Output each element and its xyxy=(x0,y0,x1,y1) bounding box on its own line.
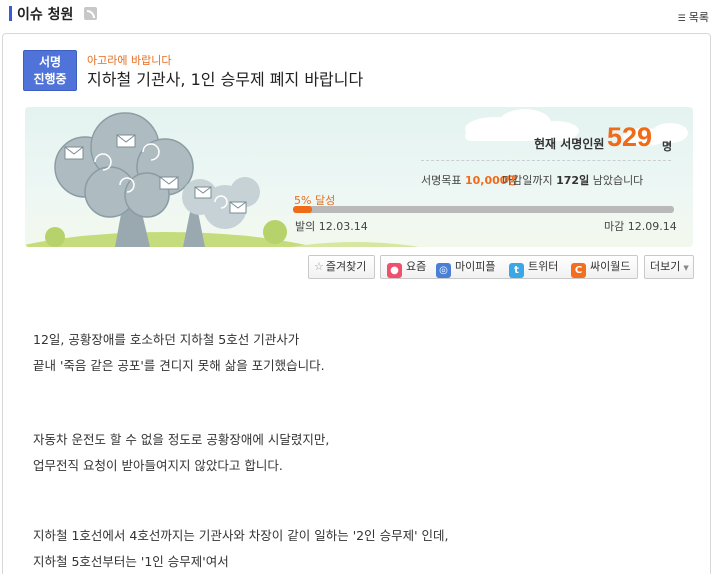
share-label: 요즘 xyxy=(406,260,427,273)
signature-count-unit: 명 xyxy=(662,140,673,153)
header-accent-bar xyxy=(9,6,12,21)
body-paragraph: 자동차 운전도 할 수 없을 정도로 공황장애에 시달렸지만, 업무전직 요청이… xyxy=(33,427,329,479)
share-label: 트위터 xyxy=(528,260,559,273)
share-yozm[interactable]: ● 요즘 xyxy=(387,256,426,278)
chevron-down-icon: ▼ xyxy=(683,264,689,272)
body-line: 업무전직 요청이 받아들여지지 않았다고 합니다. xyxy=(33,458,283,473)
deadline-days: 172일 xyxy=(556,174,590,187)
share-label: 마이피플 xyxy=(455,260,496,273)
share-label: 싸이월드 xyxy=(590,260,631,273)
section-header: 이슈 청원 ☰ 목록 xyxy=(0,0,713,30)
progress-bar xyxy=(293,206,674,213)
list-button[interactable]: ☰ 목록 xyxy=(678,9,709,25)
deadline-suffix: 남았습니다 xyxy=(592,174,644,187)
star-icon: ☆ xyxy=(314,260,324,273)
progress-fill xyxy=(293,206,313,213)
share-mypeople[interactable]: ◎ 마이피플 xyxy=(436,256,495,278)
cyworld-icon: C xyxy=(571,263,586,278)
body-line: 끝내 '죽음 같은 공포'를 견디지 못해 삶을 포기했습니다. xyxy=(33,358,325,373)
start-date: 발의 12.03.14 xyxy=(295,218,368,234)
goal-label: 서명목표 xyxy=(421,174,462,187)
more-label: 더보기 xyxy=(650,260,681,273)
end-date-value: 12.09.14 xyxy=(627,220,677,233)
body-line: 지하철 5호선부터는 '1인 승무제'여서 xyxy=(33,554,229,569)
start-date-value: 12.03.14 xyxy=(318,220,368,233)
favorite-label: 즐겨찾기 xyxy=(325,260,367,273)
body-line: 지하철 1호선에서 4호선까지는 기관사와 차장이 같이 일하는 '2인 승무제… xyxy=(33,528,449,543)
share-twitter[interactable]: t 트위터 xyxy=(509,256,558,278)
petition-title: 지하철 기관사, 1인 승무제 폐지 바랍니다 xyxy=(87,70,364,89)
start-label: 발의 xyxy=(295,220,316,233)
body-line: 자동차 운전도 할 수 없을 정도로 공황장애에 시달렸지만, xyxy=(33,432,330,447)
body-line: 12일, 공황장애를 호소하던 지하철 5호선 기관사가 xyxy=(33,332,300,347)
petition-panel: 서명 진행중 아고라에 바랍니다 지하철 기관사, 1인 승무제 폐지 바랍니다 xyxy=(2,33,711,574)
list-label: 목록 xyxy=(688,11,709,24)
badge-line1: 서명 xyxy=(38,55,62,69)
yozm-icon: ● xyxy=(387,263,402,278)
more-button[interactable]: 더보기 ▼ xyxy=(644,255,694,279)
deadline-remaining: 마감일까지 172일 남았습니다 xyxy=(502,172,643,188)
twitter-icon: t xyxy=(509,263,524,278)
body-paragraph: 지하철 1호선에서 4호선까지는 기관사와 차장이 같이 일하는 '2인 승무제… xyxy=(33,523,448,574)
share-bar: ● 요즘 ◎ 마이피플 t 트위터 C 싸이월드 xyxy=(380,255,638,279)
status-badge: 서명 진행중 xyxy=(23,50,77,91)
divider xyxy=(421,160,671,161)
favorite-button[interactable]: ☆ 즐겨찾기 xyxy=(308,255,375,279)
signature-count-label: 현재 서명인원 xyxy=(534,137,605,151)
rss-icon[interactable] xyxy=(84,7,97,20)
list-icon: ☰ xyxy=(677,14,686,24)
share-cyworld[interactable]: C 싸이월드 xyxy=(571,256,630,278)
body-paragraph: 12일, 공황장애를 호소하던 지하철 5호선 기관사가 끝내 '죽음 같은 공… xyxy=(33,327,325,379)
section-title: 이슈 청원 xyxy=(17,7,74,23)
end-label: 마감 xyxy=(604,220,625,233)
badge-line2: 진행중 xyxy=(33,72,67,86)
mypeople-icon: ◎ xyxy=(436,263,451,278)
signature-count: 529 xyxy=(607,122,653,152)
end-date: 마감 12.09.14 xyxy=(604,218,677,234)
deadline-prefix: 마감일까지 xyxy=(502,174,553,187)
